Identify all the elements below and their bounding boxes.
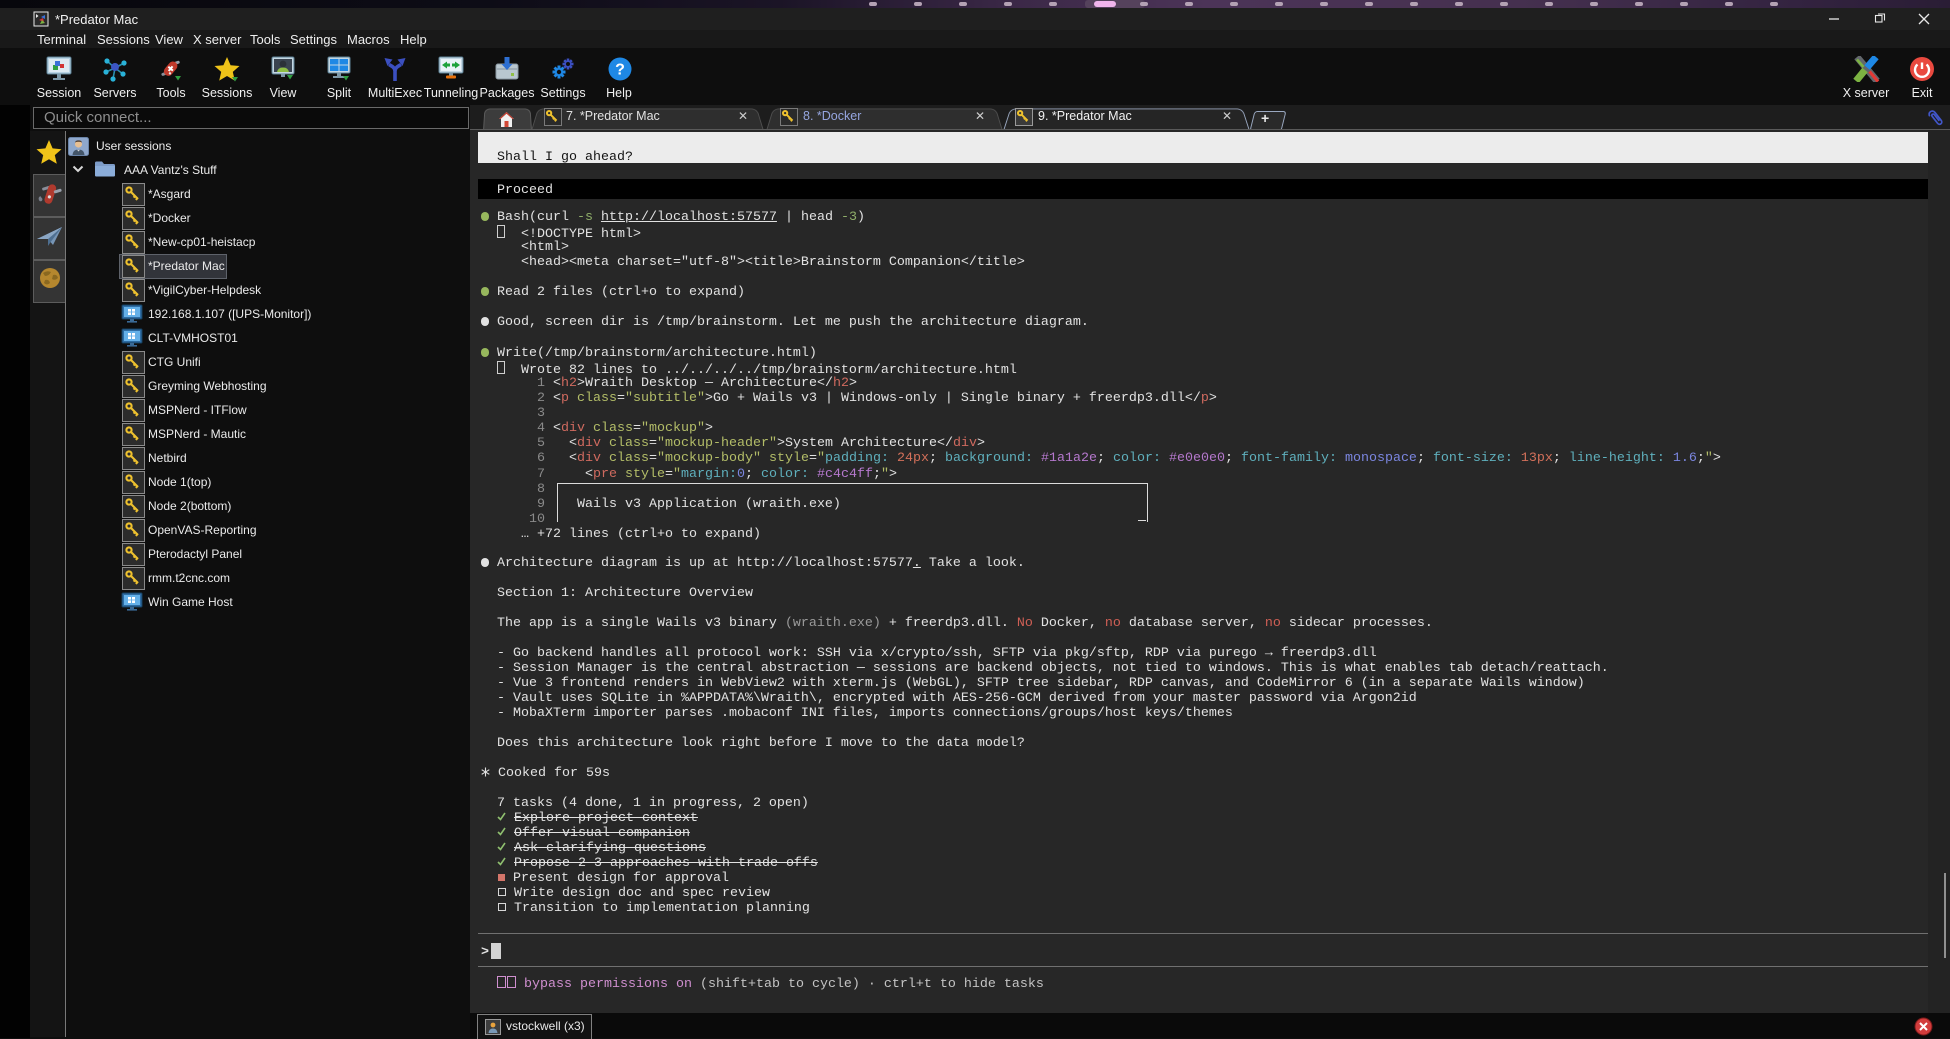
svg-text:?: ? [615, 62, 625, 79]
